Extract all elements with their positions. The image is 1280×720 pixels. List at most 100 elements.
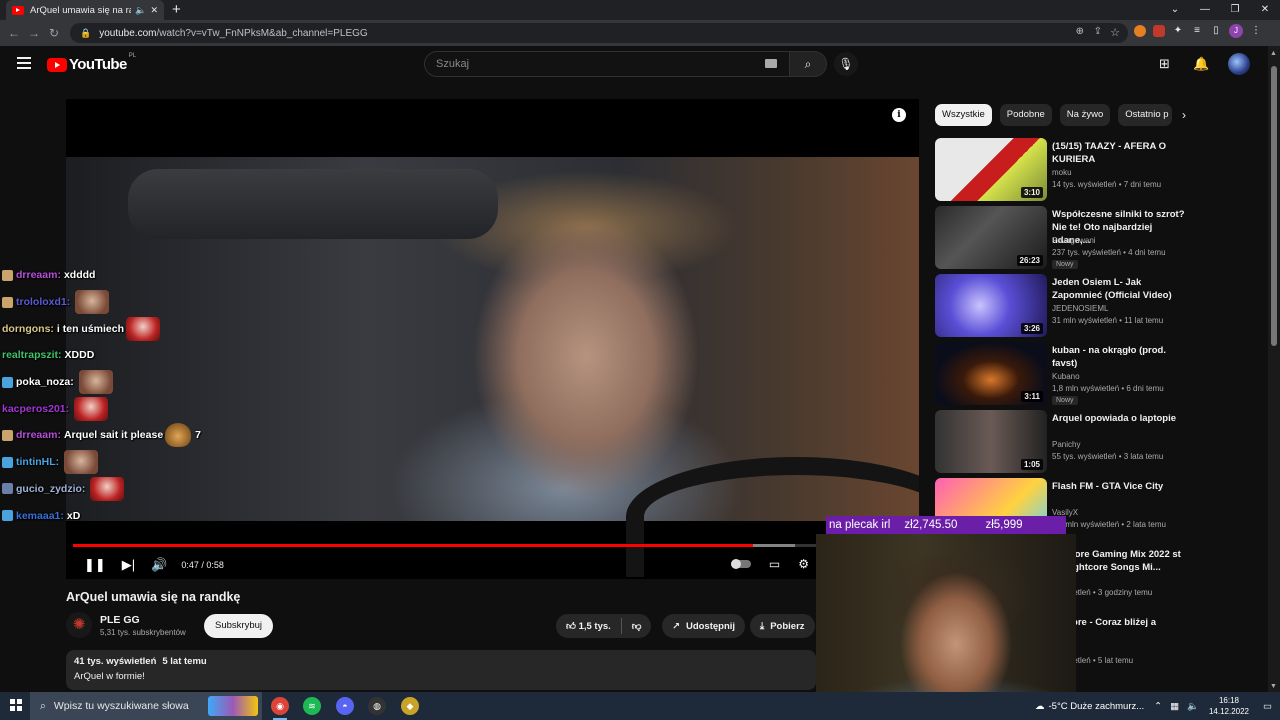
tray-chevron-icon[interactable]: ⌃ bbox=[1154, 701, 1162, 712]
scroll-up-icon[interactable]: ▲ bbox=[1270, 50, 1277, 57]
filter-chip[interactable]: Podobne bbox=[999, 104, 1052, 126]
recommended-channel[interactable]: JEDENOSIEML bbox=[1052, 304, 1108, 313]
discord-icon[interactable]: ◓ bbox=[336, 697, 354, 715]
chat-text: 7 bbox=[195, 429, 201, 442]
filter-chip[interactable]: Na żywo bbox=[1059, 104, 1111, 126]
speaker-icon[interactable]: 🔈 bbox=[135, 5, 146, 16]
reload-icon[interactable]: ↻ bbox=[44, 26, 64, 40]
chat-emote-icon bbox=[165, 423, 192, 448]
pause-icon[interactable]: ❚❚ bbox=[84, 557, 106, 573]
share-button[interactable]: ↗ Udostępnij bbox=[662, 614, 746, 638]
info-icon[interactable]: i bbox=[892, 108, 906, 122]
clock[interactable]: 16:18 14.12.2022 bbox=[1209, 695, 1249, 717]
filter-chips: Wszystkie Podobne Na żywo Ostatnio p bbox=[935, 104, 1173, 126]
chat-username: drreaam: bbox=[16, 429, 61, 442]
chrome-icon[interactable]: ◉ bbox=[271, 697, 289, 715]
chat-badge-icon bbox=[2, 376, 13, 388]
network-icon[interactable]: ▦ bbox=[1170, 701, 1179, 712]
minimize-icon[interactable]: — bbox=[1190, 0, 1220, 20]
tab-search-icon[interactable]: ⌄ bbox=[1160, 0, 1190, 20]
recommended-video[interactable]: 26:23 Współczesne silniki to szrot? Nie t… bbox=[935, 206, 1185, 270]
recommended-channel[interactable]: Panichy bbox=[1052, 440, 1080, 449]
hamburger-menu-icon[interactable] bbox=[17, 57, 31, 69]
subscribe-button[interactable]: Subskrybuj bbox=[204, 614, 273, 638]
filter-chip[interactable]: Wszystkie bbox=[935, 104, 992, 126]
progress-bar[interactable] bbox=[73, 544, 913, 547]
autoplay-toggle[interactable] bbox=[730, 559, 751, 569]
like-button[interactable]: 👍︎ 1,5 tys. bbox=[566, 620, 611, 632]
recommended-video[interactable]: 3:26 Jeden Osiem L- Jak Zapomnieć (Offici… bbox=[935, 274, 1185, 338]
app-icon[interactable]: ◆ bbox=[401, 697, 419, 715]
thumbs-down-icon[interactable]: 👎︎ bbox=[632, 620, 642, 632]
recommended-title[interactable]: Arquel opowiada o laptopie bbox=[1052, 412, 1187, 425]
search-button[interactable]: ⌕ bbox=[789, 51, 827, 77]
spotify-icon[interactable]: ≋ bbox=[303, 697, 321, 715]
recommended-title[interactable]: kuban - na okrągło (prod. favst) bbox=[1052, 344, 1187, 370]
scrollbar-thumb[interactable] bbox=[1271, 66, 1277, 346]
recommended-channel[interactable]: moku bbox=[1052, 168, 1072, 177]
forward-icon[interactable]: → bbox=[24, 26, 44, 40]
weather-icon[interactable]: ☁ bbox=[1035, 701, 1045, 712]
windows-start-icon[interactable] bbox=[10, 699, 22, 711]
profile-avatar[interactable]: J bbox=[1229, 24, 1243, 38]
subtitles-icon[interactable]: ▭ bbox=[769, 557, 780, 571]
extension-icon[interactable] bbox=[1153, 25, 1165, 37]
channel-avatar[interactable]: ✺ bbox=[66, 612, 92, 638]
donation-goal: zł5,999 bbox=[985, 519, 1023, 531]
recommended-channel[interactable]: Povagowani bbox=[1052, 236, 1096, 245]
user-avatar[interactable] bbox=[1228, 53, 1250, 75]
video-thumbnail[interactable]: 3:26 bbox=[935, 274, 1047, 337]
voice-search-button[interactable]: 🎙 bbox=[834, 52, 858, 76]
back-icon[interactable]: ← bbox=[4, 26, 24, 40]
notifications-bell-icon[interactable]: 🔔 bbox=[1193, 56, 1209, 72]
channel-name[interactable]: PLE GG bbox=[100, 614, 140, 626]
time-display: 0:47 / 0:58 bbox=[181, 560, 224, 570]
create-video-icon[interactable]: ⊞ bbox=[1159, 56, 1170, 72]
menu-dots-icon[interactable]: ⋮ bbox=[1250, 25, 1262, 37]
video-thumbnail[interactable]: 1:05 bbox=[935, 410, 1047, 473]
browser-tab[interactable]: ArQuel umawia się na randkę 🔈 ✕ bbox=[6, 0, 164, 20]
zoom-icon[interactable]: ⊕ bbox=[1076, 26, 1084, 37]
extensions-puzzle-icon[interactable]: ✦ bbox=[1172, 25, 1184, 37]
recommended-video[interactable]: 3:11 kuban - na okrągło (prod. favst) Kuba… bbox=[935, 342, 1185, 406]
lock-icon[interactable]: 🔒 bbox=[80, 28, 91, 39]
taskbar-search[interactable]: ⌕ Wpisz tu wyszukiwane słowa bbox=[30, 692, 262, 720]
page-scrollbar[interactable]: ▲ ▼ bbox=[1268, 46, 1280, 692]
video-thumbnail[interactable]: 3:11 bbox=[935, 342, 1047, 405]
recommended-channel[interactable]: Kubano bbox=[1052, 372, 1080, 381]
keyboard-icon[interactable] bbox=[765, 59, 777, 68]
chevron-right-icon[interactable]: › bbox=[1182, 108, 1186, 122]
logo-text: YouTube bbox=[69, 56, 127, 73]
speaker-icon[interactable]: 🔈 bbox=[1187, 701, 1199, 712]
url-bar[interactable]: 🔒 youtube.com /watch?v=vTw_FnNPksM&ab_ch… bbox=[70, 23, 1128, 43]
weather-text[interactable]: -5°C Duże zachmurz... bbox=[1049, 701, 1145, 712]
video-thumbnail[interactable]: 26:23 bbox=[935, 206, 1047, 269]
reading-list-icon[interactable]: ≡ bbox=[1191, 25, 1203, 37]
youtube-logo[interactable]: YouTube PL bbox=[47, 53, 136, 73]
notifications-icon[interactable]: ▭ bbox=[1263, 701, 1272, 712]
side-panel-icon[interactable]: ▯ bbox=[1210, 25, 1222, 37]
extension-icon[interactable] bbox=[1134, 25, 1146, 37]
close-tab-icon[interactable]: ✕ bbox=[150, 5, 158, 16]
settings-gear-icon[interactable]: ⚙ bbox=[798, 557, 809, 571]
recommended-title[interactable]: Jeden Osiem L- Jak Zapomnieć (Official V… bbox=[1052, 276, 1187, 302]
download-button[interactable]: ⤓ Pobierz bbox=[750, 614, 815, 638]
volume-icon[interactable]: 🔊 bbox=[151, 557, 167, 573]
new-tab-button[interactable]: + bbox=[172, 1, 181, 19]
description-box[interactable]: 41 tys. wyświetleń 5 lat temu ArQuel w f… bbox=[66, 650, 816, 690]
bookmark-star-icon[interactable]: ☆ bbox=[1110, 26, 1120, 39]
scroll-down-icon[interactable]: ▼ bbox=[1270, 683, 1277, 690]
recommended-video[interactable]: 3:10 (15/15) TAAZY - AFERA O KURIERA moku 1… bbox=[935, 138, 1185, 202]
recommended-title[interactable]: (15/15) TAAZY - AFERA O KURIERA bbox=[1052, 140, 1187, 166]
recommended-video[interactable]: 1:05 Arquel opowiada o laptopie Panichy 55 … bbox=[935, 410, 1185, 474]
search-input[interactable]: Szukaj bbox=[424, 51, 790, 77]
recommended-title[interactable]: Flash FM - GTA Vice City bbox=[1052, 480, 1187, 493]
restore-icon[interactable]: ❐ bbox=[1220, 0, 1250, 20]
share-page-icon[interactable]: ⇪ bbox=[1094, 26, 1102, 37]
video-thumbnail[interactable]: 3:10 bbox=[935, 138, 1047, 201]
obs-icon[interactable]: ◍ bbox=[368, 697, 386, 715]
filter-chip[interactable]: Ostatnio p bbox=[1118, 104, 1173, 126]
close-window-icon[interactable]: ✕ bbox=[1250, 0, 1280, 20]
next-video-icon[interactable]: ▶| bbox=[122, 557, 135, 573]
chat-message: kemaaa1: xD bbox=[2, 502, 242, 529]
